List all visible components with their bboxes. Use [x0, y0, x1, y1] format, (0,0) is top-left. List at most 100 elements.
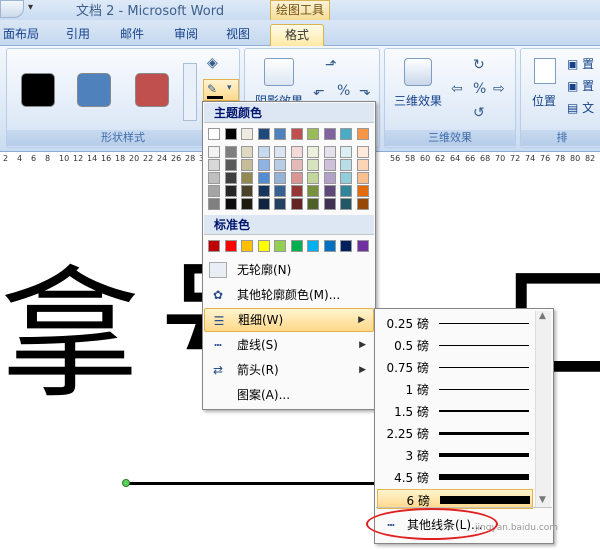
nudge-shadow-up-icon[interactable]: ⬏: [325, 57, 337, 73]
text-wrap-button[interactable]: ▤ 文: [567, 99, 594, 116]
theme-shade-swatch[interactable]: [307, 198, 319, 210]
nudge-shadow-right-icon[interactable]: ⬎: [359, 83, 371, 99]
tab-view[interactable]: 视图: [218, 24, 258, 46]
shape-outline-button[interactable]: ✎ ▾: [203, 79, 239, 101]
bring-front-button[interactable]: ▣ 置: [567, 55, 594, 72]
tilt-right-icon[interactable]: ⇨: [493, 81, 505, 97]
tab-review[interactable]: 审阅: [166, 24, 206, 46]
theme-shade-swatch[interactable]: [290, 172, 303, 184]
theme-shade-swatch[interactable]: [307, 185, 319, 197]
more-outline-colors-item[interactable]: ✿ 其他轮廓颜色(M)...: [204, 283, 374, 307]
theme-shade-swatch[interactable]: [274, 159, 286, 171]
style-swatch-blue[interactable]: [77, 73, 111, 107]
position-button[interactable]: 位置: [525, 53, 561, 111]
pattern-item[interactable]: 图案(A)...: [204, 383, 374, 407]
standard-color-swatch[interactable]: [307, 240, 319, 252]
theme-shade-swatch[interactable]: [290, 198, 303, 210]
theme-shade-swatch[interactable]: [356, 159, 369, 171]
fill-bucket-icon[interactable]: ◈: [207, 55, 218, 71]
standard-color-swatch[interactable]: [290, 240, 303, 252]
theme-shade-swatch[interactable]: [340, 198, 352, 210]
weight-option[interactable]: 4.5 磅: [377, 467, 533, 487]
theme-shade-swatch[interactable]: [323, 185, 336, 197]
standard-color-swatch[interactable]: [257, 240, 270, 252]
theme-shade-swatch[interactable]: [208, 146, 220, 158]
theme-color-swatch[interactable]: [274, 128, 286, 140]
theme-shade-swatch[interactable]: [241, 198, 253, 210]
theme-color-swatch[interactable]: [257, 128, 270, 140]
style-gallery-scroll[interactable]: [183, 63, 197, 121]
theme-shade-swatch[interactable]: [356, 198, 369, 210]
theme-shade-swatch[interactable]: [274, 198, 286, 210]
theme-color-swatch[interactable]: [224, 128, 237, 140]
standard-color-swatch[interactable]: [356, 240, 369, 252]
theme-shade-swatch[interactable]: [356, 185, 369, 197]
no-outline-item[interactable]: 无轮廓(N): [204, 258, 374, 282]
tilt-up-icon[interactable]: ↻: [473, 57, 485, 73]
weight-option[interactable]: 1.5 磅: [377, 401, 533, 421]
theme-shade-swatch[interactable]: [323, 159, 336, 171]
tab-page-layout[interactable]: 面布局: [0, 24, 42, 46]
weight-scrollbar[interactable]: ▲ ▼: [535, 311, 551, 507]
tab-format[interactable]: 格式: [270, 24, 324, 46]
style-swatch-black[interactable]: [21, 73, 55, 107]
weight-option[interactable]: 3 磅: [377, 445, 533, 465]
theme-shade-swatch[interactable]: [208, 159, 220, 171]
dashes-item[interactable]: ┅ 虚线(S) ▶: [204, 333, 374, 357]
theme-shade-swatch[interactable]: [241, 185, 253, 197]
selected-line-shape[interactable]: [127, 482, 377, 485]
scroll-up-icon[interactable]: ▲: [539, 311, 546, 321]
theme-shade-swatch[interactable]: [323, 146, 336, 158]
standard-color-swatch[interactable]: [224, 240, 237, 252]
theme-shade-swatch[interactable]: [290, 159, 303, 171]
theme-shade-swatch[interactable]: [340, 185, 352, 197]
tilt-left-icon[interactable]: ⇦: [451, 81, 463, 97]
theme-shade-swatch[interactable]: [257, 198, 270, 210]
theme-shade-swatch[interactable]: [257, 146, 270, 158]
theme-shade-swatch[interactable]: [208, 198, 220, 210]
theme-shade-swatch[interactable]: [241, 146, 253, 158]
send-back-button[interactable]: ▣ 置: [567, 77, 594, 94]
theme-color-swatch[interactable]: [356, 128, 369, 140]
theme-shade-swatch[interactable]: [257, 172, 270, 184]
theme-shade-swatch[interactable]: [274, 172, 286, 184]
theme-shade-swatch[interactable]: [208, 185, 220, 197]
shadow-toggle-icon[interactable]: %: [337, 83, 350, 99]
tab-references[interactable]: 引用: [58, 24, 98, 46]
office-button[interactable]: [0, 0, 24, 18]
theme-shade-swatch[interactable]: [274, 146, 286, 158]
weight-option[interactable]: 2.25 磅: [377, 423, 533, 443]
scroll-down-icon[interactable]: ▼: [539, 495, 546, 505]
theme-shade-swatch[interactable]: [224, 172, 237, 184]
theme-shade-swatch[interactable]: [241, 159, 253, 171]
theme-shade-swatch[interactable]: [340, 146, 352, 158]
theme-shade-swatch[interactable]: [274, 185, 286, 197]
weight-option[interactable]: 1 磅: [377, 379, 533, 399]
theme-shade-swatch[interactable]: [307, 172, 319, 184]
theme-shade-swatch[interactable]: [356, 146, 369, 158]
theme-shade-swatch[interactable]: [241, 172, 253, 184]
theme-shade-swatch[interactable]: [356, 172, 369, 184]
theme-shade-swatch[interactable]: [224, 146, 237, 158]
tilt-down-icon[interactable]: ↺: [473, 105, 485, 121]
theme-color-swatch[interactable]: [323, 128, 336, 140]
arrows-item[interactable]: ⇄ 箭头(R) ▶: [204, 358, 374, 382]
quick-access-arrow-icon[interactable]: ▾: [28, 2, 33, 13]
theme-shade-swatch[interactable]: [323, 172, 336, 184]
theme-shade-swatch[interactable]: [307, 146, 319, 158]
theme-shade-swatch[interactable]: [224, 159, 237, 171]
standard-color-swatch[interactable]: [208, 240, 220, 252]
theme-color-swatch[interactable]: [340, 128, 352, 140]
theme-color-swatch[interactable]: [307, 128, 319, 140]
standard-color-swatch[interactable]: [323, 240, 336, 252]
theme-shade-swatch[interactable]: [257, 159, 270, 171]
theme-shade-swatch[interactable]: [290, 185, 303, 197]
line-handle-start[interactable]: [122, 479, 130, 487]
weight-option[interactable]: 0.25 磅: [377, 313, 533, 333]
theme-shade-swatch[interactable]: [340, 172, 352, 184]
theme-shade-swatch[interactable]: [224, 185, 237, 197]
weight-option[interactable]: 0.75 磅: [377, 357, 533, 377]
nudge-shadow-left-icon[interactable]: ⬐: [313, 83, 325, 99]
style-swatch-red[interactable]: [135, 73, 169, 107]
theme-color-swatch[interactable]: [241, 128, 253, 140]
